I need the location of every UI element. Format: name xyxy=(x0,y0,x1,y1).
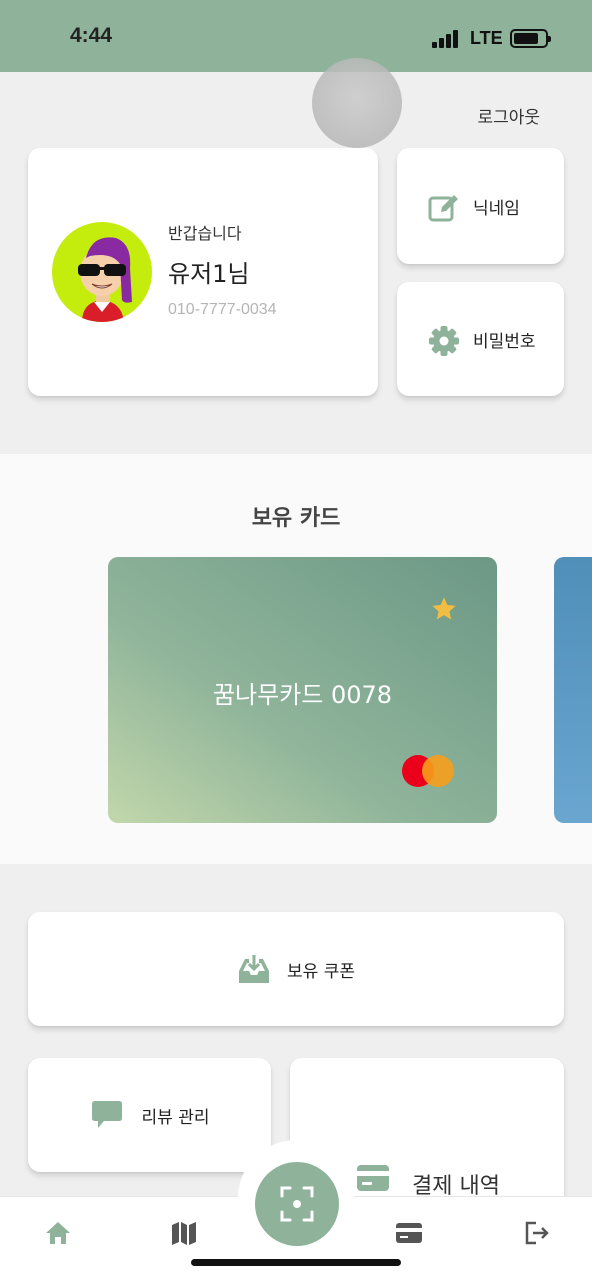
touch-indicator xyxy=(312,58,402,148)
card-name: 꿈나무카드 0078 xyxy=(212,681,393,709)
comment-icon xyxy=(91,1101,122,1128)
scan-button[interactable] xyxy=(255,1162,339,1246)
review-label: 리뷰 관리 xyxy=(141,1107,210,1128)
user-phone: 010-7777-0034 xyxy=(168,301,277,318)
cards-section-title: 보유 카드 xyxy=(251,506,341,531)
nickname-label: 닉네임 xyxy=(473,199,520,219)
edit-icon xyxy=(428,195,458,222)
credit-card-icon xyxy=(357,1165,389,1191)
mastercard-icon xyxy=(402,755,454,787)
password-button[interactable]: 비밀번호 xyxy=(397,282,564,396)
user-name: 유저1님 xyxy=(168,260,250,288)
gear-icon xyxy=(429,326,459,356)
coupon-label: 보유 쿠폰 xyxy=(287,961,355,982)
password-label: 비밀번호 xyxy=(473,332,536,352)
scan-icon xyxy=(280,1186,314,1222)
cards-section: 보유 카드 꿈나무카드 0078 xyxy=(0,454,592,864)
inbox-download-icon xyxy=(239,955,270,983)
review-button[interactable]: 리뷰 관리 xyxy=(28,1058,271,1172)
nickname-button[interactable]: 닉네임 xyxy=(397,148,564,264)
coupon-button[interactable]: 보유 쿠폰 xyxy=(28,912,564,1026)
battery-icon xyxy=(510,29,551,48)
payment-card[interactable]: 꿈나무카드 0078 xyxy=(108,557,497,823)
map-icon[interactable] xyxy=(170,1219,198,1247)
avatar xyxy=(52,222,152,322)
signal-icon xyxy=(432,30,462,48)
logout-icon[interactable] xyxy=(522,1219,550,1247)
card-icon[interactable] xyxy=(395,1219,423,1247)
payment-card-next[interactable] xyxy=(554,557,592,823)
greeting-text: 반갑습니다 xyxy=(168,224,242,243)
star-icon[interactable] xyxy=(430,595,458,623)
status-time: 4:44 xyxy=(70,24,113,47)
home-indicator xyxy=(191,1259,401,1266)
profile-card: 반갑습니다 유저1님 010-7777-0034 xyxy=(28,148,378,396)
status-bar: 4:44 LTE xyxy=(0,0,592,72)
logout-button[interactable]: 로그아웃 xyxy=(477,103,540,128)
home-icon[interactable] xyxy=(44,1219,72,1247)
network-type: LTE xyxy=(470,28,503,48)
